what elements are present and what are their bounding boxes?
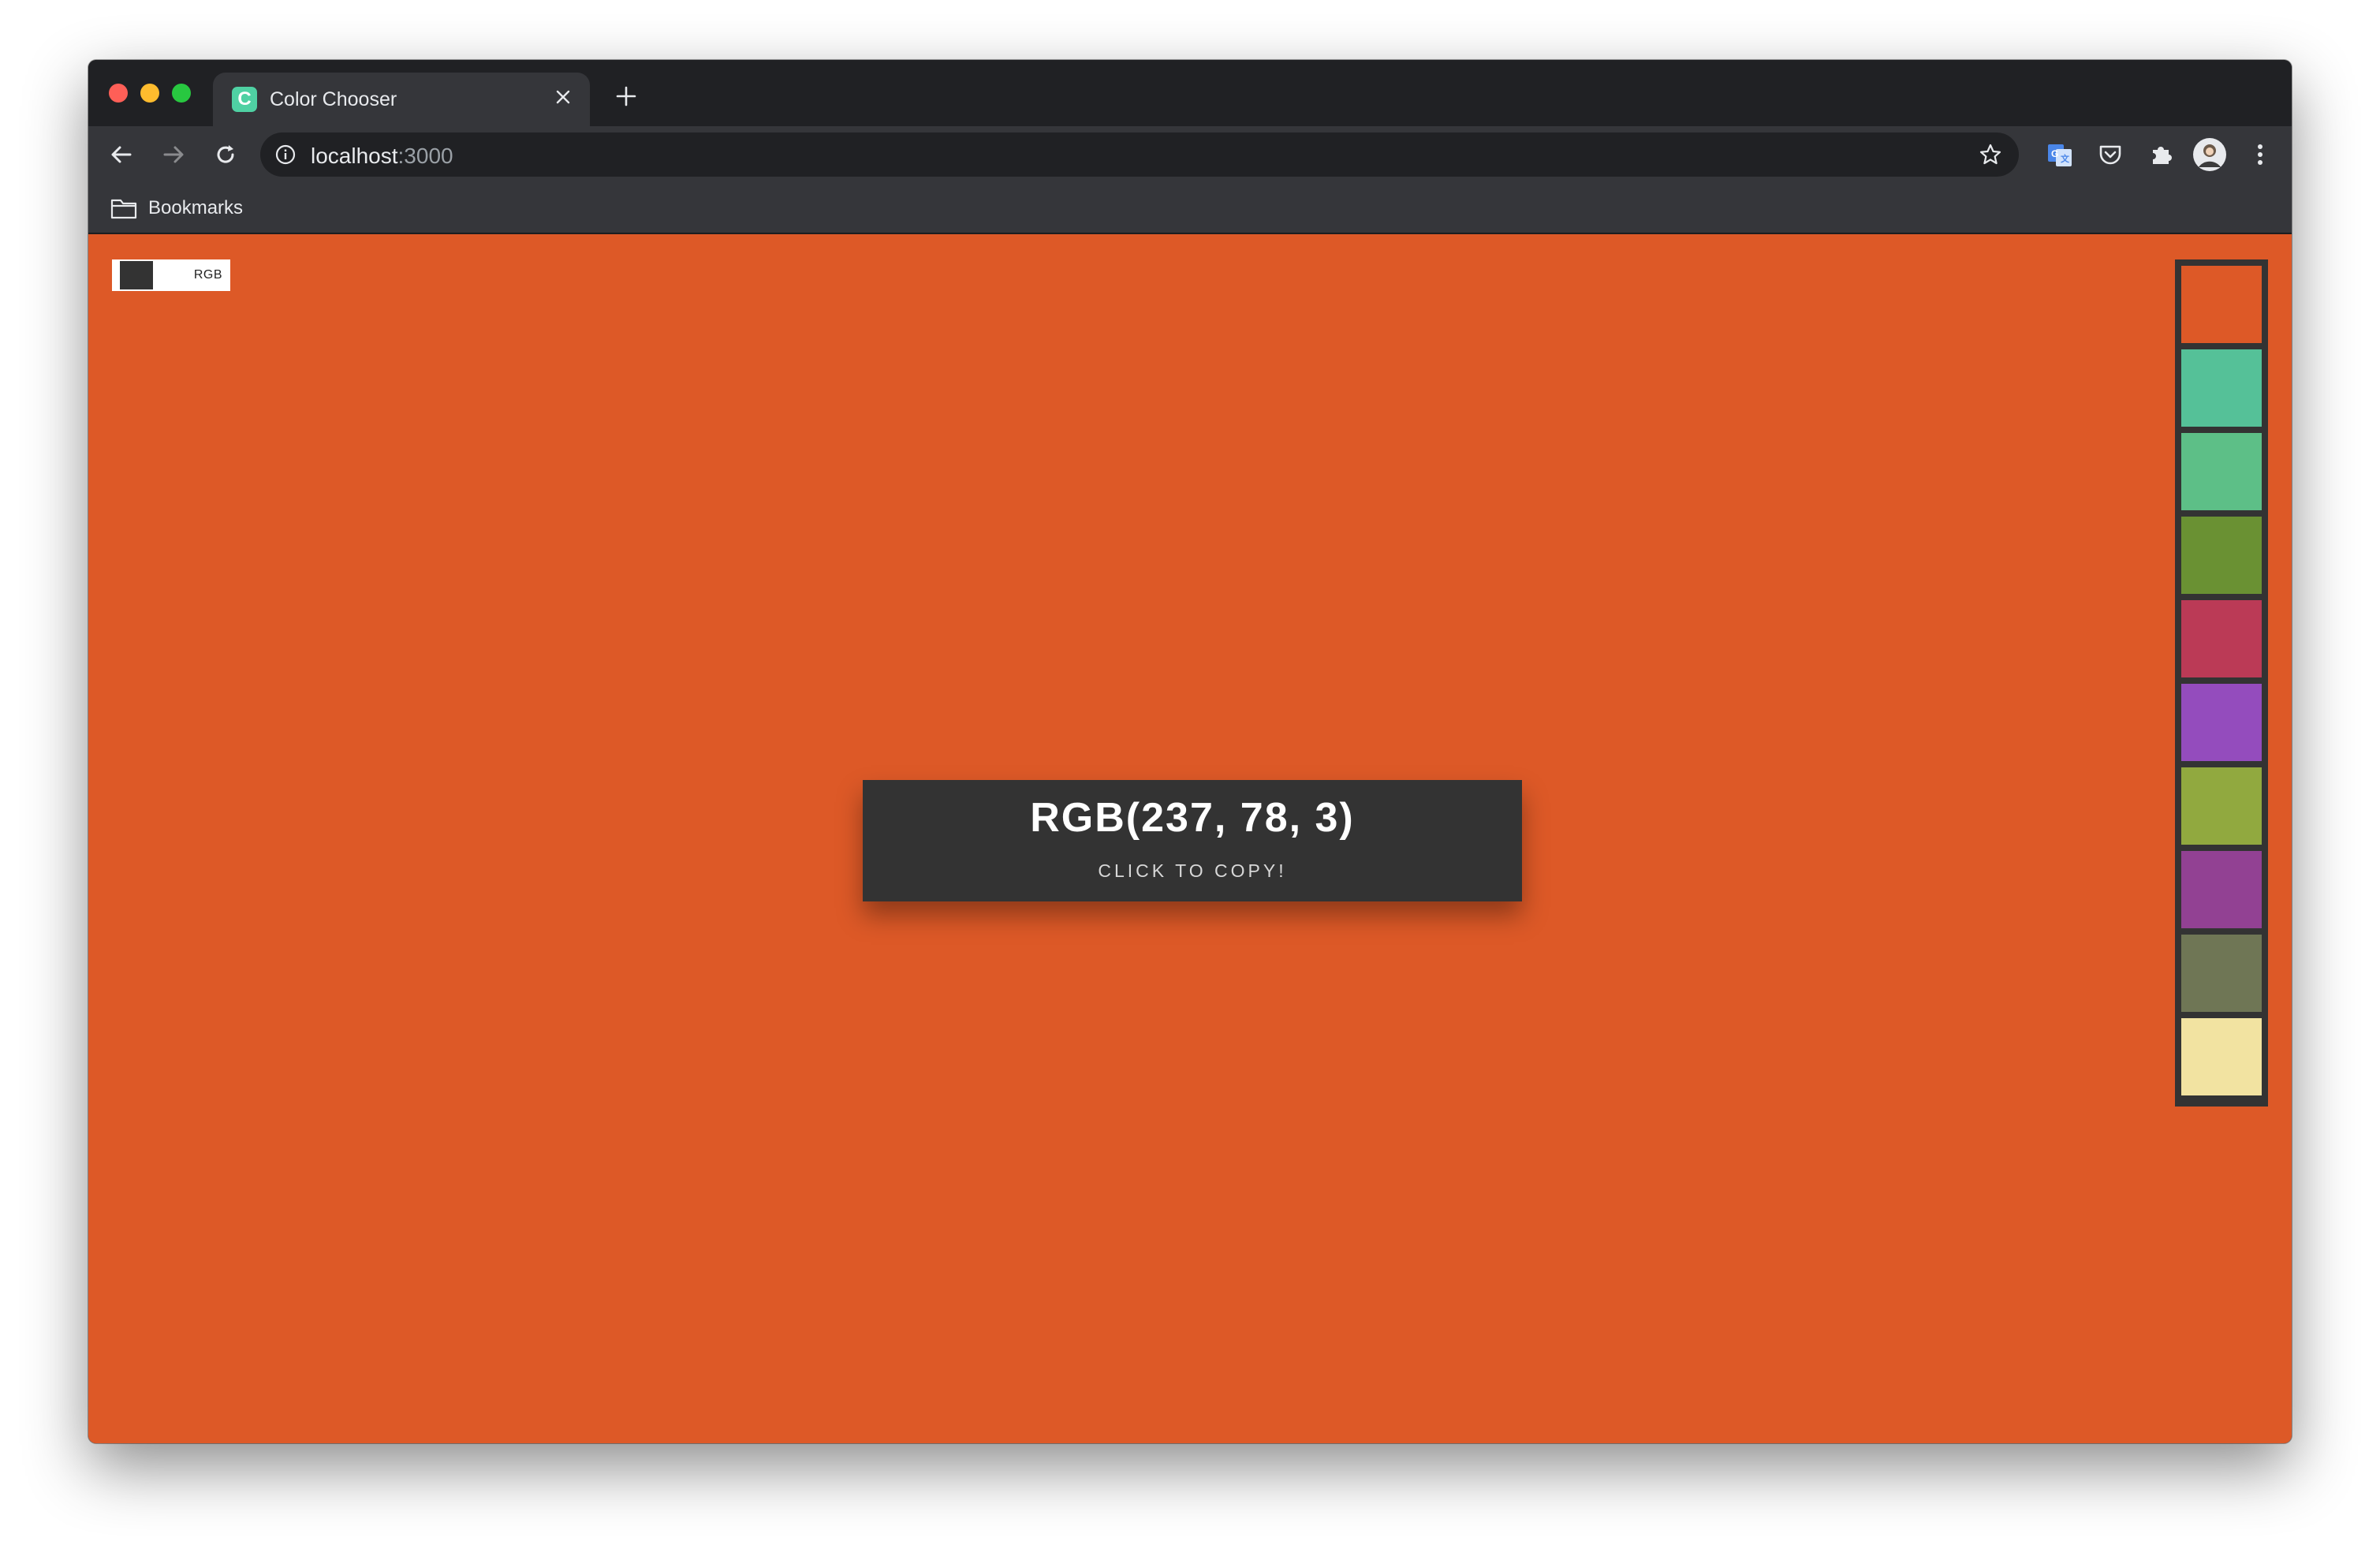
tab-close-icon[interactable]	[549, 84, 577, 112]
profile-avatar-icon[interactable]	[2192, 137, 2227, 172]
copy-hint-text: CLICK TO COPY!	[1098, 860, 1287, 881]
color-swatch[interactable]	[2181, 1018, 2262, 1095]
address-bar[interactable]: localhost:3000	[260, 132, 2019, 177]
toggle-knob[interactable]	[120, 261, 153, 289]
color-display-area[interactable]: RGB RGB(237, 78, 3) CLICK TO COPY!	[88, 234, 2292, 1443]
color-swatch[interactable]	[2181, 349, 2262, 427]
browser-window: C Color Chooser localhost:3000 G 文 Bookm…	[88, 60, 2292, 1443]
bookmark-star-icon[interactable]	[1976, 140, 2005, 169]
color-swatch[interactable]	[2181, 600, 2262, 677]
copy-color-button[interactable]: RGB(237, 78, 3) CLICK TO COPY!	[863, 780, 1522, 901]
color-mode-label: RGB	[193, 268, 222, 282]
color-mode-toggle[interactable]: RGB	[112, 259, 230, 291]
back-arrow-icon[interactable]	[104, 137, 139, 172]
color-swatch[interactable]	[2181, 433, 2262, 510]
maximize-window-button[interactable]	[172, 84, 191, 103]
extensions-puzzle-icon[interactable]	[2143, 137, 2178, 172]
bookmarks-folder-label[interactable]: Bookmarks	[148, 197, 243, 219]
forward-arrow-icon[interactable]	[156, 137, 191, 172]
svg-text:G: G	[2051, 148, 2058, 159]
svg-text:文: 文	[2061, 153, 2070, 164]
new-tab-button[interactable]	[609, 79, 643, 114]
close-window-button[interactable]	[109, 84, 128, 103]
url-port: :3000	[397, 144, 453, 168]
minimize-window-button[interactable]	[140, 84, 159, 103]
color-swatch[interactable]	[2181, 767, 2262, 845]
app-favicon-icon: C	[232, 87, 257, 112]
reload-icon[interactable]	[208, 137, 243, 172]
folder-icon[interactable]	[110, 197, 137, 219]
tab-color-chooser[interactable]: C Color Chooser	[213, 73, 590, 126]
tab-strip: C Color Chooser	[88, 60, 2292, 126]
color-swatch[interactable]	[2181, 935, 2262, 1012]
translate-extension-icon[interactable]: G文	[2042, 137, 2077, 172]
color-swatch[interactable]	[2181, 517, 2262, 594]
url-host: localhost	[311, 144, 398, 168]
color-swatch[interactable]	[2181, 851, 2262, 928]
tab-title: Color Chooser	[270, 88, 397, 110]
url-text: localhost:3000	[311, 144, 453, 169]
pocket-extension-icon[interactable]	[2093, 137, 2128, 172]
color-palette	[2175, 259, 2268, 1107]
browser-menu-icon[interactable]	[2243, 137, 2277, 172]
color-swatch[interactable]	[2181, 266, 2262, 343]
browser-toolbar: localhost:3000 G文	[88, 126, 2292, 183]
color-value-text: RGB(237, 78, 3)	[1030, 795, 1355, 841]
info-icon[interactable]	[274, 144, 297, 166]
color-swatch[interactable]	[2181, 684, 2262, 761]
bookmarks-bar: Bookmarks	[88, 183, 2292, 233]
